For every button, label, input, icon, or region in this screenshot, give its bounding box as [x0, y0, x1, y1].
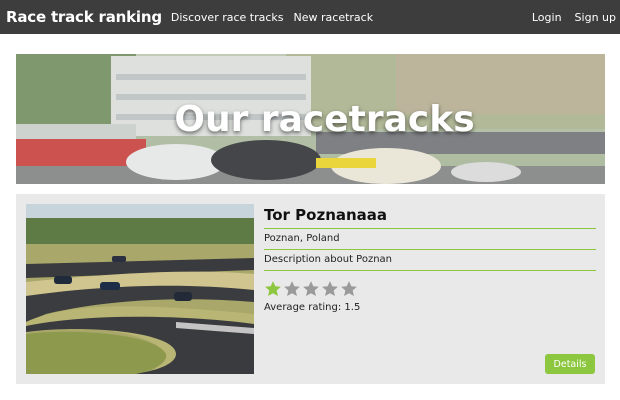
details-button[interactable]: Details [545, 354, 595, 374]
signup-link[interactable]: Sign up [575, 11, 616, 24]
track-card: Tor Poznanaaa Poznan, Poland Description… [16, 194, 605, 384]
nav-link-discover[interactable]: Discover race tracks [171, 11, 284, 24]
login-link[interactable]: Login [532, 11, 562, 24]
star-icon[interactable] [283, 280, 301, 298]
track-info: Tor Poznanaaa Poznan, Poland Description… [264, 204, 596, 313]
track-photo [26, 204, 254, 374]
star-icon[interactable] [302, 280, 320, 298]
hero-title: Our racetracks [174, 98, 475, 140]
average-rating: Average rating: 1.5 [264, 302, 361, 313]
top-navbar: Race track ranking Discover race tracks … [0, 0, 620, 34]
track-description: Description about Poznan [264, 254, 393, 265]
track-location: Poznan, Poland [264, 233, 340, 244]
star-icon[interactable] [264, 280, 282, 298]
nav-link-new-racetrack[interactable]: New racetrack [294, 11, 374, 24]
track-name[interactable]: Tor Poznanaaa [264, 204, 596, 226]
star-icon[interactable] [321, 280, 339, 298]
rating-stars[interactable] [264, 280, 596, 300]
hero-banner: Our racetracks [16, 54, 605, 184]
brand-logo-text[interactable]: Race track ranking [6, 8, 162, 26]
nav-auth-links: Login Sign up [519, 11, 620, 24]
divider [264, 270, 596, 271]
star-icon[interactable] [340, 280, 358, 298]
